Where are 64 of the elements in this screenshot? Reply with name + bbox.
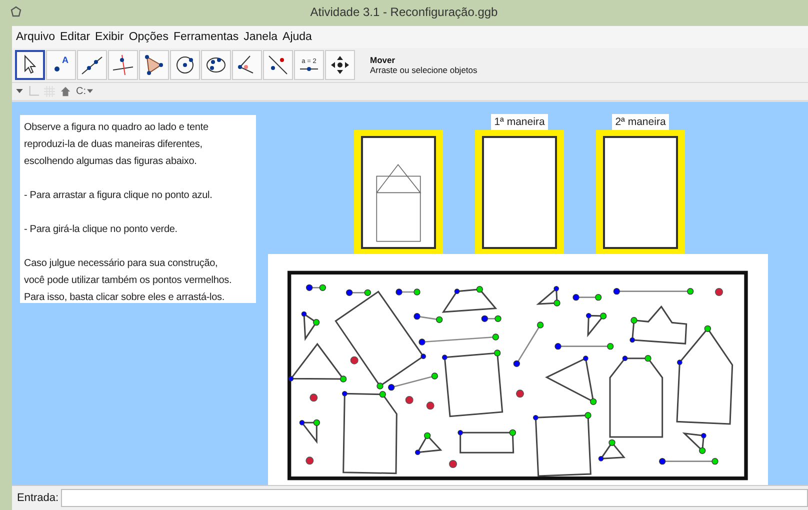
input-field[interactable]	[60, 489, 808, 507]
frame-label: 2ª maneira	[612, 114, 669, 130]
menu-item[interactable]: Ferramentas	[173, 31, 239, 43]
window-title: Atividade 3.1 - Reconfiguração.ggb	[310, 5, 499, 19]
menu-item[interactable]: Arquivo	[16, 31, 55, 43]
segment[interactable]	[396, 288, 420, 296]
segment[interactable]	[388, 372, 438, 391]
triangle-shape[interactable]	[536, 286, 560, 306]
tool-name: Mover	[370, 55, 396, 65]
style-menu[interactable]: C:	[76, 86, 93, 97]
pentagon-shape[interactable]	[342, 391, 398, 474]
triangle-shape[interactable]	[682, 432, 706, 454]
menu-item[interactable]: Opções	[128, 31, 168, 43]
triangle-shape[interactable]	[415, 432, 442, 455]
point[interactable]	[715, 288, 723, 296]
point[interactable]	[426, 402, 434, 410]
point[interactable]	[310, 394, 318, 402]
instruction-text: Observe a figura no quadro ao lado e tente reproduzi-la de duas maneiras diferentes, escolhendo algumas das figuras abaixo.	[24, 121, 210, 169]
instruction-text: - Para girá-la clique no ponto verde.	[24, 223, 178, 237]
instruction-text: - Para arrastar a figura clique no ponto azul.	[24, 189, 214, 203]
rectangle-shape[interactable]	[458, 429, 516, 454]
segment[interactable]	[414, 313, 443, 323]
segment[interactable]	[481, 315, 502, 322]
triangle-shape[interactable]	[301, 311, 320, 341]
pentagon-shape[interactable]	[676, 325, 734, 425]
hexagon-shape[interactable]	[609, 355, 664, 438]
triangle-shape[interactable]	[598, 439, 626, 462]
segment[interactable]	[346, 289, 371, 296]
line-point-icon	[266, 53, 290, 77]
triangle-shape[interactable]	[288, 342, 347, 382]
segment[interactable]	[572, 294, 602, 301]
caret-icon	[87, 89, 93, 94]
triangle-shape[interactable]	[545, 356, 597, 405]
triangle-shape[interactable]	[586, 312, 607, 338]
point[interactable]	[405, 396, 414, 404]
instruction-text: Caso julgue necessário para sua construção, você pode utilizar também os pontos vermelhos. Para isso, basta clicar sobre eles e arrastá-los.	[24, 257, 233, 305]
tool-button[interactable]	[15, 50, 45, 80]
quadrilateral-shape[interactable]	[442, 350, 504, 418]
point[interactable]	[306, 456, 314, 465]
tool-help: Arraste ou selecione objetos	[370, 65, 478, 75]
menu-item[interactable]: Editar	[60, 31, 90, 43]
segment[interactable]	[554, 343, 614, 350]
frame-label: 1ª maneira	[491, 114, 548, 130]
segment[interactable]	[306, 284, 326, 291]
trapezoid-shape[interactable]	[442, 286, 498, 313]
app-icon	[10, 6, 22, 18]
quadrilateral-shape[interactable]	[533, 412, 592, 477]
point[interactable]	[350, 356, 358, 364]
point[interactable]	[449, 460, 457, 468]
triangle-shape[interactable]	[299, 419, 320, 444]
triangle-icon	[142, 53, 166, 77]
menu-item[interactable]: Exibir	[95, 31, 124, 43]
dropdown-icon[interactable]	[16, 89, 23, 94]
crown-shape[interactable]	[630, 305, 688, 344]
menu-item[interactable]: Ajuda	[282, 31, 312, 43]
home-icon[interactable]	[60, 86, 71, 97]
segment[interactable]	[659, 458, 718, 465]
point[interactable]	[516, 390, 524, 398]
segment[interactable]	[513, 322, 544, 367]
segment[interactable]	[418, 334, 499, 346]
segment[interactable]	[613, 288, 694, 295]
menu-item[interactable]: Janela	[244, 31, 278, 43]
input-label: Entrada:	[17, 492, 59, 504]
perpendicular-line-icon	[111, 53, 135, 77]
